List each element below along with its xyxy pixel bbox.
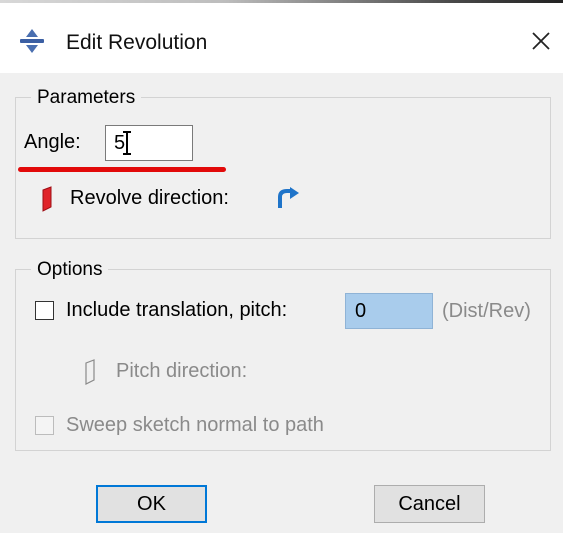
sweep-normal-checkbox[interactable] bbox=[35, 416, 54, 435]
close-icon[interactable] bbox=[524, 23, 558, 59]
parameters-group-label: Parameters bbox=[31, 87, 142, 109]
dialog-body: Parameters Angle: Revolve direction: Opt… bbox=[0, 73, 563, 533]
text-cursor bbox=[123, 131, 131, 155]
pitch-input[interactable] bbox=[345, 293, 433, 329]
angle-input[interactable] bbox=[105, 125, 193, 161]
include-translation-checkbox[interactable] bbox=[35, 301, 54, 320]
red-annotation-underline bbox=[18, 167, 226, 172]
options-group-label: Options bbox=[31, 259, 109, 281]
dialog-title: Edit Revolution bbox=[66, 31, 208, 54]
curved-arrow-icon[interactable] bbox=[277, 187, 301, 211]
revolve-direction-label: Revolve direction: bbox=[70, 187, 229, 209]
ok-button[interactable]: OK bbox=[96, 485, 207, 523]
revolve-direction-flag-icon bbox=[42, 186, 52, 212]
pitch-direction-flag-icon bbox=[85, 359, 95, 385]
include-translation-label[interactable]: Include translation, pitch: bbox=[66, 299, 287, 322]
revolve-feature-icon bbox=[20, 29, 44, 53]
title-bar[interactable]: Edit Revolution bbox=[0, 3, 563, 73]
angle-label: Angle: bbox=[24, 131, 81, 153]
sweep-normal-label: Sweep sketch normal to path bbox=[66, 414, 324, 436]
pitch-direction-label: Pitch direction: bbox=[116, 360, 248, 382]
pitch-unit-label: (Dist/Rev) bbox=[442, 300, 531, 322]
cancel-button[interactable]: Cancel bbox=[374, 485, 485, 523]
